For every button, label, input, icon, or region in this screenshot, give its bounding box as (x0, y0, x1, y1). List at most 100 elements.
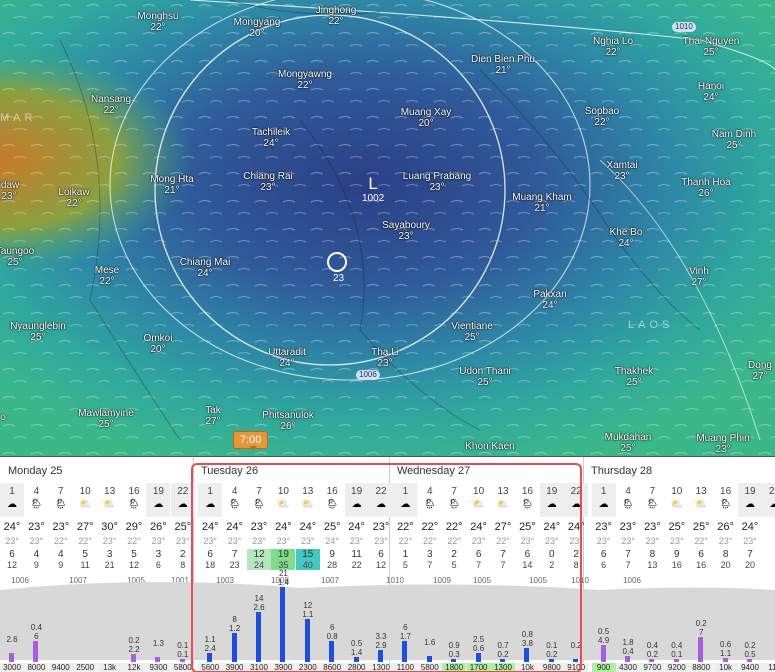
wind-speed: 6 (9, 549, 15, 560)
city-label[interactable]: Tachileik 24° (252, 127, 290, 149)
city-label[interactable]: Taungoo25° (0, 246, 34, 268)
city-label[interactable]: Sayaboury 23° (382, 220, 430, 242)
city-label[interactable]: Pakxan 24° (533, 289, 566, 311)
city-temp: 25° (620, 443, 636, 454)
wind-gust: 20 (744, 560, 755, 570)
city-name: Muang Kham (512, 192, 572, 203)
city-label[interactable]: Udon Thani 25° (459, 366, 511, 388)
city-label[interactable]: Vientiane 25° (451, 321, 493, 343)
city-label[interactable]: Luang Prabang 23° (403, 171, 471, 193)
city-label[interactable]: Nyaunglebin 25° (10, 321, 66, 343)
city-label[interactable]: Muang Kham 21° (512, 192, 571, 214)
city-label[interactable]: Khe Bo 24° (610, 227, 643, 249)
city-label[interactable]: Nghia Lo 22° (593, 36, 633, 58)
city-temp: 23° (260, 182, 276, 193)
city-temp: 22° (66, 198, 82, 209)
temp-max: 26° (717, 521, 734, 533)
city-label[interactable]: Thakhek 25° (615, 366, 653, 388)
country-label: LAOS (628, 319, 674, 331)
city-label[interactable]: Xamtai 23° (606, 160, 637, 182)
city-name: Mese (94, 265, 120, 276)
precip-label: 0.2 (128, 636, 140, 646)
city-name: Mongyawng (278, 69, 332, 80)
city-label[interactable]: Loikaw 22° (58, 187, 89, 209)
city-label[interactable]: Chiang Mai 24° (180, 257, 231, 279)
wind-speed: 5 (131, 549, 137, 560)
city-label[interactable]: o (0, 412, 6, 423)
weather-icon: 🌦 (127, 499, 141, 510)
city-label[interactable]: Mong Hta 21° (150, 174, 193, 196)
city-label[interactable]: Monghsu 22° (137, 11, 178, 33)
time-badge[interactable]: 7:00 (233, 431, 269, 450)
city-label[interactable]: Vinh 27° (689, 266, 709, 288)
city-label[interactable]: Omkoi 20° (144, 333, 173, 355)
city-name: Mong Hta (150, 174, 194, 185)
city-label[interactable]: Thanh Hoa 26° (681, 177, 730, 199)
city-label[interactable]: Mese 22° (95, 265, 119, 287)
city-label[interactable]: Tha Li 23° (371, 347, 399, 369)
day-header[interactable]: Thursday 28 (591, 465, 652, 477)
location-marker[interactable]: 23 (327, 252, 347, 284)
city-name: Mongyang (233, 17, 281, 28)
low-pressure-symbol: L (368, 174, 378, 193)
precip-bar (673, 659, 679, 662)
weather-icon: ⛅ (78, 499, 92, 510)
city-label[interactable]: Dong 27° (748, 360, 772, 382)
visibility-value: 3000 (0, 663, 24, 672)
precip-label: 4.9 (598, 635, 610, 645)
city-label[interactable]: Phitsanulok 26° (262, 410, 314, 432)
city-label[interactable]: Mongyang 20° (234, 17, 281, 39)
city-label[interactable]: Nam Dinh 25° (712, 129, 756, 151)
city-label[interactable]: Dien Bien Phu 21° (471, 54, 535, 76)
precip-label: 2.6 (6, 634, 18, 644)
city-label[interactable]: Sopbao 22° (585, 106, 619, 128)
isobar-label: 1010 (672, 22, 696, 32)
temp-min: 22° (694, 536, 708, 546)
city-name: idaw (0, 180, 20, 191)
temp-min: 23° (102, 536, 117, 546)
precip-bar (722, 658, 728, 662)
wind-gust: 12 (128, 560, 139, 570)
temp-min: 23° (151, 536, 166, 546)
temp-min: 22° (127, 536, 141, 546)
city-label[interactable]: idaw 23° (0, 180, 19, 202)
city-label[interactable]: Mongyawng 22° (278, 69, 332, 91)
forecast-panel[interactable]: Monday 25 Tuesday 26 Wednesday 27 Thursday … (0, 456, 775, 672)
city-temp: 20° (418, 118, 434, 129)
wind-gust: 6 (155, 560, 161, 570)
city-name: Dien Bien Phu (471, 54, 535, 65)
city-name: Thakhek (614, 366, 654, 377)
city-name: Tha Li (371, 347, 399, 358)
city-label[interactable]: Tak 27° (205, 405, 221, 427)
precip-label: 0.4 (671, 641, 683, 650)
city-label[interactable]: Muang Phin 23° (696, 433, 749, 455)
wind-speed: 4 (58, 549, 64, 560)
city-label[interactable]: Uttaradit 24° (268, 347, 306, 369)
precip-bar (155, 657, 161, 662)
city-label[interactable]: Jinghong 22° (316, 5, 357, 27)
precip-label: 0.6 (720, 640, 732, 650)
city-name: Omkoi (143, 333, 173, 344)
weather-map[interactable]: MAR LAOS 1010 1006 L 1002 23 Monghsu 22° M… (0, 0, 775, 456)
city-label[interactable]: Muang Xay 20° (401, 107, 452, 129)
city-name: Xamtai (606, 160, 638, 171)
city-label[interactable]: Mawlamyine 25° (78, 408, 134, 430)
temp-min: 23° (621, 536, 635, 546)
city-label[interactable]: Mukdahan 25° (605, 432, 652, 454)
weather-icon: ☁ (153, 499, 164, 510)
city-label[interactable]: Chiang Rai 23° (243, 171, 292, 193)
city-temp: 22° (103, 105, 119, 116)
city-label[interactable]: Hanoi 24° (698, 81, 724, 103)
wind-speed: 7 (747, 549, 753, 560)
temp-max: 24° (3, 521, 21, 533)
hour-label: 4 (33, 486, 40, 497)
visibility-value: 2500 (73, 663, 98, 672)
temp-max: 23° (644, 521, 661, 533)
city-name: Uttaradit (268, 347, 306, 358)
city-label[interactable]: Thai Nguyen 25° (683, 36, 740, 58)
city-label[interactable]: Nansang 22° (91, 94, 131, 116)
visibility-value: 9300 (146, 663, 171, 672)
weather-icon: ☁ (598, 499, 609, 510)
day-header[interactable]: Monday 25 (8, 465, 62, 477)
city-label[interactable]: Khon Kaen (465, 441, 515, 452)
